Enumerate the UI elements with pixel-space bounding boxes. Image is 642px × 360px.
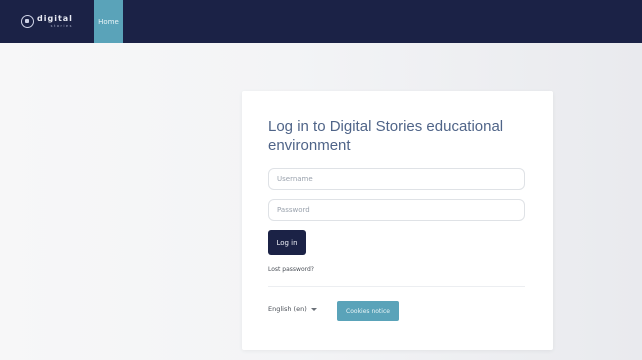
brand-name: digital [37,13,73,23]
password-input[interactable] [268,199,525,221]
brand-text: digital stories [37,13,73,29]
lost-password-link[interactable]: Lost password? [268,266,314,273]
brand-subtitle: stories [50,23,73,28]
caret-down-icon [310,307,317,311]
logo-icon [21,15,34,28]
cookies-notice-button[interactable]: Cookies notice [337,301,399,321]
divider [268,286,525,287]
brand-logo[interactable]: digital stories [0,0,91,43]
nav-home-link[interactable]: Home [94,0,123,43]
language-selector[interactable]: English (en) [268,305,317,313]
login-card: Log in to Digital Stories educational en… [242,91,553,350]
login-title: Log in to Digital Stories educational en… [268,118,504,154]
language-label: English (en) [268,305,307,313]
username-input[interactable] [268,168,525,190]
top-navbar: digital stories Home [0,0,642,43]
login-button[interactable]: Log in [268,230,306,255]
